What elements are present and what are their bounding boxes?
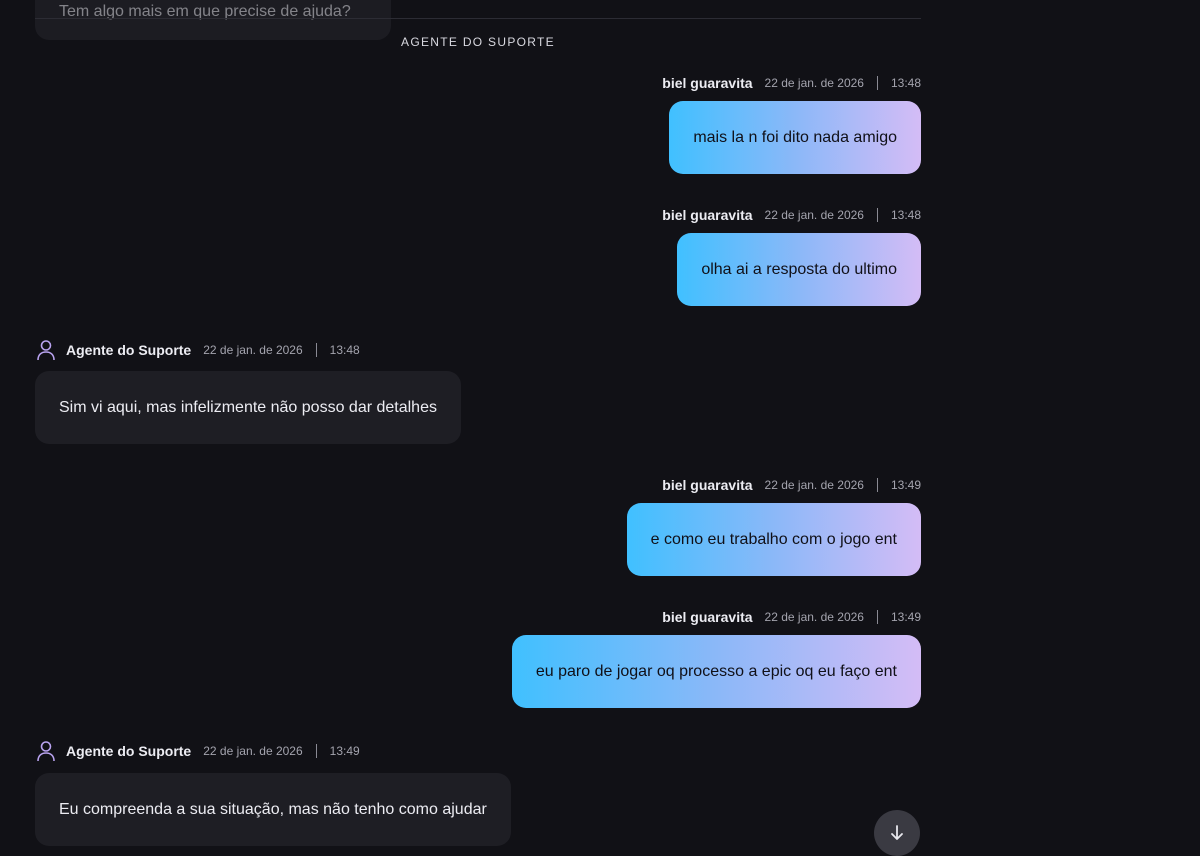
message-header: biel guaravita 22 de jan. de 2026 13:48	[662, 73, 921, 93]
user-message-bubble: mais la n foi dito nada amigo	[669, 101, 921, 174]
person-icon	[35, 339, 57, 361]
message-date: 22 de jan. de 2026	[764, 208, 864, 222]
message-date: 22 de jan. de 2026	[203, 744, 303, 758]
message-time: 13:49	[890, 478, 921, 492]
message-time: 13:48	[890, 208, 921, 222]
message-text: olha ai a resposta do ultimo	[701, 260, 897, 278]
sender-name: biel guaravita	[662, 207, 753, 223]
user-message-bubble: e como eu trabalho com o jogo ent	[626, 503, 921, 576]
message-text: Eu compreenda a sua situação, mas não te…	[59, 800, 487, 818]
message-text: eu paro de jogar oq processo a epic oq e…	[535, 662, 897, 680]
user-message-bubble: olha ai a resposta do ultimo	[677, 233, 921, 306]
header-separator	[876, 208, 878, 222]
message-text: e como eu trabalho com o jogo ent	[650, 530, 897, 548]
agent-message-bubble: Eu compreenda a sua situação, mas não te…	[35, 773, 511, 846]
sender-name: Agente do Suporte	[66, 342, 192, 358]
message-time: 13:49	[329, 744, 360, 758]
message-time: 13:49	[890, 610, 921, 624]
header-separator	[315, 744, 317, 758]
message-header: Agente do Suporte 22 de jan. de 2026 13:…	[35, 339, 360, 361]
divider-line	[35, 18, 921, 19]
message-date: 22 de jan. de 2026	[764, 610, 864, 624]
sender-name: biel guaravita	[662, 75, 753, 91]
header-separator	[315, 343, 317, 357]
person-icon	[35, 740, 57, 762]
sender-name: biel guaravita	[662, 609, 753, 625]
header-separator	[876, 478, 878, 492]
sender-name: Agente do Suporte	[66, 743, 192, 759]
chat-panel: Tem algo mais em que precise de ajuda? A…	[0, 0, 1200, 856]
message-header: biel guaravita 22 de jan. de 2026 13:48	[662, 205, 921, 225]
message-text: mais la n foi dito nada amigo	[693, 128, 897, 146]
message-date: 22 de jan. de 2026	[764, 478, 864, 492]
scroll-to-bottom-button[interactable]	[874, 810, 920, 856]
message-text: Sim vi aqui, mas infelizmente não posso …	[59, 398, 437, 416]
header-separator	[876, 610, 878, 624]
agent-divider-label: AGENTE DO SUPORTE	[401, 35, 555, 49]
message-time: 13:48	[890, 76, 921, 90]
sender-name: biel guaravita	[662, 477, 753, 493]
arrow-down-icon	[891, 825, 903, 840]
user-message-bubble: eu paro de jogar oq processo a epic oq e…	[511, 635, 921, 708]
message-date: 22 de jan. de 2026	[764, 76, 864, 90]
header-separator	[876, 76, 878, 90]
message-header: Agente do Suporte 22 de jan. de 2026 13:…	[35, 740, 360, 762]
agent-message-bubble: Sim vi aqui, mas infelizmente não posso …	[35, 371, 461, 444]
previous-message-bubble: Tem algo mais em que precise de ajuda?	[35, 0, 391, 40]
message-time: 13:48	[329, 343, 360, 357]
message-header: biel guaravita 22 de jan. de 2026 13:49	[662, 475, 921, 495]
message-date: 22 de jan. de 2026	[203, 343, 303, 357]
message-header: biel guaravita 22 de jan. de 2026 13:49	[662, 607, 921, 627]
